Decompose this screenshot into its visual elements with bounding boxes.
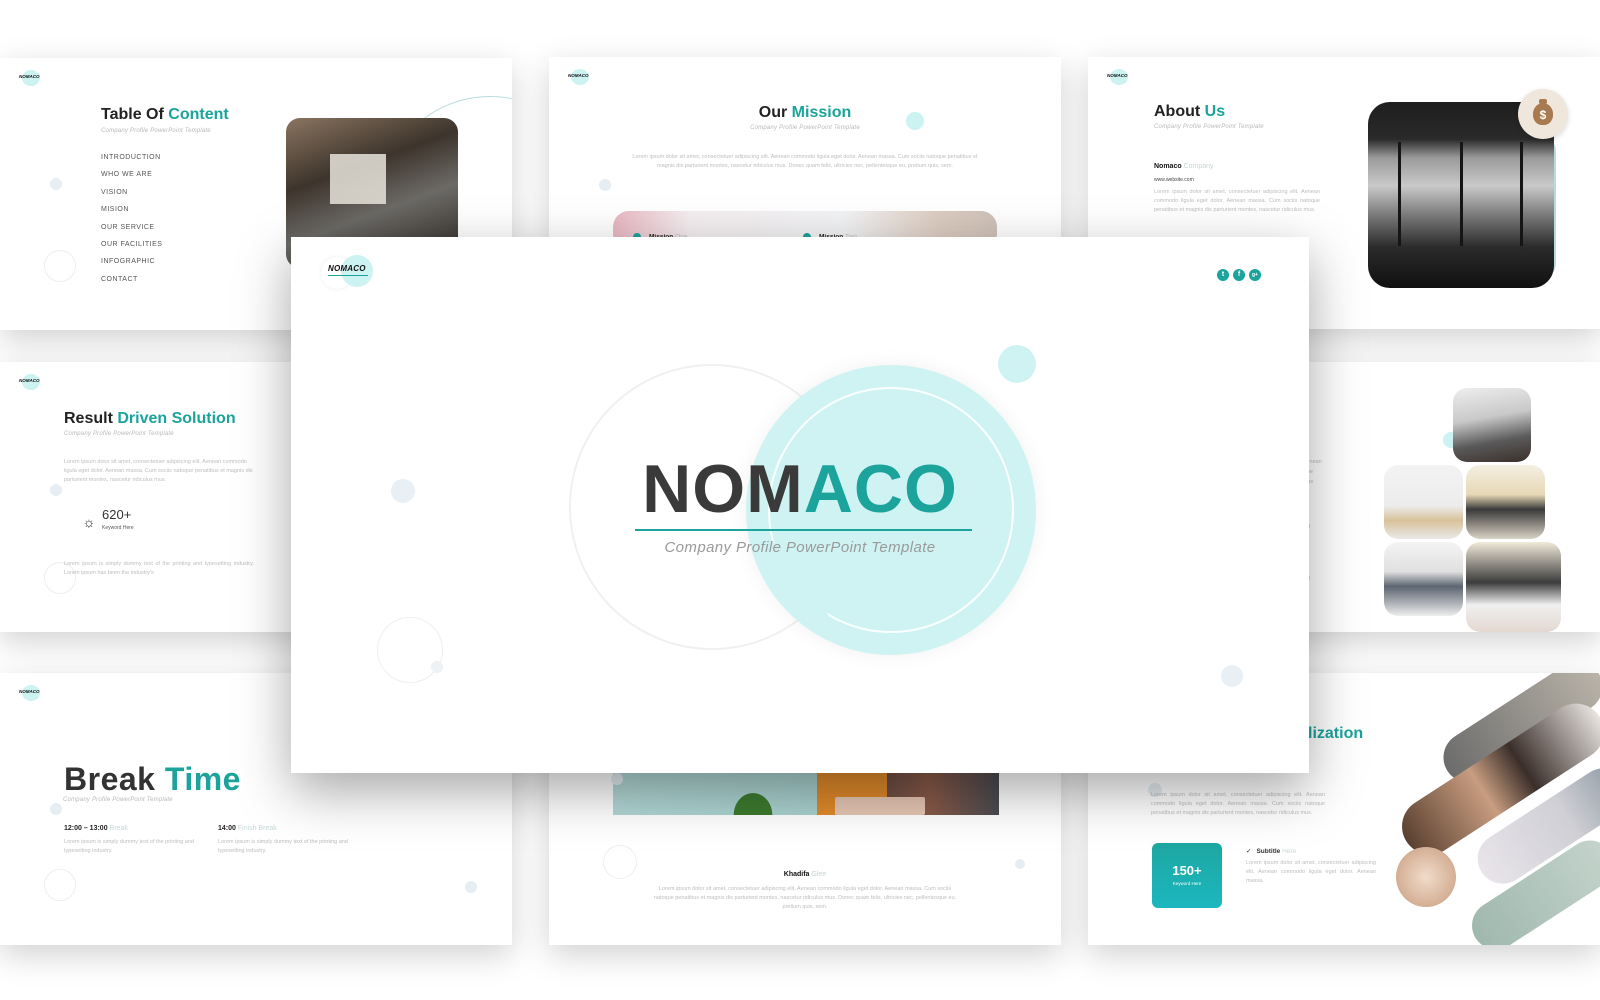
schedule-time: 14:00 Finish Break (218, 825, 277, 832)
subtitle-body-text: Lorem ipsum dolor sit amet, consectetuer… (1246, 860, 1376, 884)
kpi-value: 150+ (1172, 863, 1202, 878)
slide-title: Break Time (64, 761, 241, 797)
slide-title: Our Mission (758, 104, 852, 121)
photo-circle (1396, 847, 1456, 907)
logo: NOMACO (321, 255, 381, 291)
result-body-text-2: Lorem ipsum is simply dummy text of the … (64, 561, 254, 576)
slide-showcase: NOMACO Table Of Content Company Profile … (0, 0, 1600, 1000)
window-frame (1520, 142, 1523, 246)
kpi-label: Keyword Here (1172, 881, 1202, 886)
facebook-icon[interactable]: f (1233, 269, 1245, 281)
decorative-dot (431, 661, 443, 673)
toc-item[interactable]: VISION (101, 189, 162, 206)
schedule-desc: Lorem ipsum is simply dummy text of the … (218, 839, 348, 854)
logo: NOMACO (1104, 69, 1130, 85)
toc-item[interactable]: INTRODUCTION (101, 154, 162, 171)
office-photo-tile (1453, 388, 1531, 462)
decorative-ring (44, 250, 76, 282)
schedule-desc: Lorem ipsum is simply dummy text of the … (64, 839, 194, 854)
check-icon: ✓ (1246, 848, 1252, 855)
brand-title: NOMACO (642, 451, 958, 527)
logo: NOMACO (565, 69, 591, 85)
schedule-column: 14:00 Finish Break Lorem ipsum is simply… (218, 825, 358, 856)
toc-item[interactable]: OUR FACILITIES (101, 241, 162, 258)
social-links: t f g+ (1217, 269, 1261, 281)
lightbulb-icon: ☼ (82, 514, 96, 530)
personalization-body-text: Lorem ipsum dolor sit amet, consectetuer… (1151, 792, 1325, 816)
profile-body-text: Lorem ipsum dolor sit amet, consectetuer… (653, 886, 957, 910)
decorative-dot (599, 179, 611, 191)
schedule-column: 12:00 – 13:00 Break Lorem ipsum is simpl… (64, 825, 204, 856)
decorative-dot (1015, 859, 1025, 869)
whiteboard-photo-tile (1384, 465, 1463, 539)
decorative-dot (50, 803, 62, 815)
schedule-time: 12:00 – 13:00 Break (64, 825, 128, 832)
logo-underline (328, 275, 368, 276)
company-website[interactable]: www.website.com (1154, 177, 1194, 183)
toc-list: INTRODUCTION WHO WE ARE VISION MISION OU… (101, 154, 162, 293)
money-bag-badge: $ (1518, 89, 1568, 139)
toc-item[interactable]: OUR SERVICE (101, 224, 162, 241)
decorative-dot (50, 484, 62, 496)
window-frame (1398, 142, 1401, 246)
slide-subtitle: Company Profile PowerPoint Template (63, 797, 173, 803)
slide-title-cover[interactable]: NOMACO t f g+ NOMACO Company Profile Pow… (291, 237, 1309, 773)
photo-window (330, 154, 386, 204)
brand-tagline: Company Profile PowerPoint Template (664, 539, 936, 556)
slide-title: lization (1308, 725, 1364, 742)
meeting-photo-tile (1384, 542, 1463, 616)
subtitle-heading: ✓ Subtitle Here (1246, 848, 1297, 855)
google-plus-icon[interactable]: g+ (1249, 269, 1261, 281)
slide-subtitle: Company Profile PowerPoint Template (1154, 124, 1264, 130)
decorative-ring (377, 617, 443, 683)
logo-wordmark: NOMACO (328, 264, 366, 273)
about-body-text: Lorem ipsum dolor sit amet, consectetuer… (1154, 189, 1320, 213)
mission-body-text: Lorem ipsum dolor sit amet, consectetuer… (632, 154, 978, 169)
laptop-photo-tile (1466, 542, 1561, 632)
stat-value: 620+ (102, 507, 132, 522)
slide-subtitle: Company Profile PowerPoint Template (750, 125, 860, 131)
decorative-dot (50, 178, 62, 190)
logo: NOMACO (16, 685, 42, 701)
laptop-shape (835, 797, 925, 815)
plant-shape (723, 781, 783, 815)
lounge-photo-tile (1466, 465, 1545, 539)
profile-name: Khadifa Glee (783, 871, 827, 878)
twitter-icon[interactable]: t (1217, 269, 1229, 281)
slide-subtitle: Company Profile PowerPoint Template (64, 431, 174, 437)
decorative-dot (465, 881, 477, 893)
toc-item[interactable]: MISION (101, 206, 162, 223)
decorative-dot (1221, 665, 1243, 687)
toc-item[interactable]: WHO WE ARE (101, 171, 162, 188)
company-name: Nomaco Company (1154, 163, 1214, 170)
logo: NOMACO (16, 70, 42, 86)
money-bag-icon: $ (1533, 99, 1553, 125)
kpi-card: 150+ Keyword Here (1152, 843, 1222, 908)
toc-item[interactable]: INFOGRAPHIC (101, 258, 162, 275)
slide-title: About Us (1154, 103, 1226, 120)
slide-title: Table Of Content (101, 106, 229, 123)
logo: NOMACO (16, 374, 42, 390)
window-frame (1460, 142, 1463, 246)
result-body-text: Lorem ipsum dolor sit amet, consectetuer… (64, 459, 253, 483)
brand-underline (635, 529, 972, 531)
decorative-teal-dot (998, 345, 1036, 383)
slide-subtitle: Company Profile PowerPoint Template (101, 128, 211, 134)
slide-title: Result Driven Solution (64, 410, 236, 427)
stat-label: Keyword Here (102, 525, 134, 531)
toc-item[interactable]: CONTACT (101, 276, 162, 293)
decorative-ring (44, 869, 76, 901)
decorative-dot (611, 773, 623, 785)
